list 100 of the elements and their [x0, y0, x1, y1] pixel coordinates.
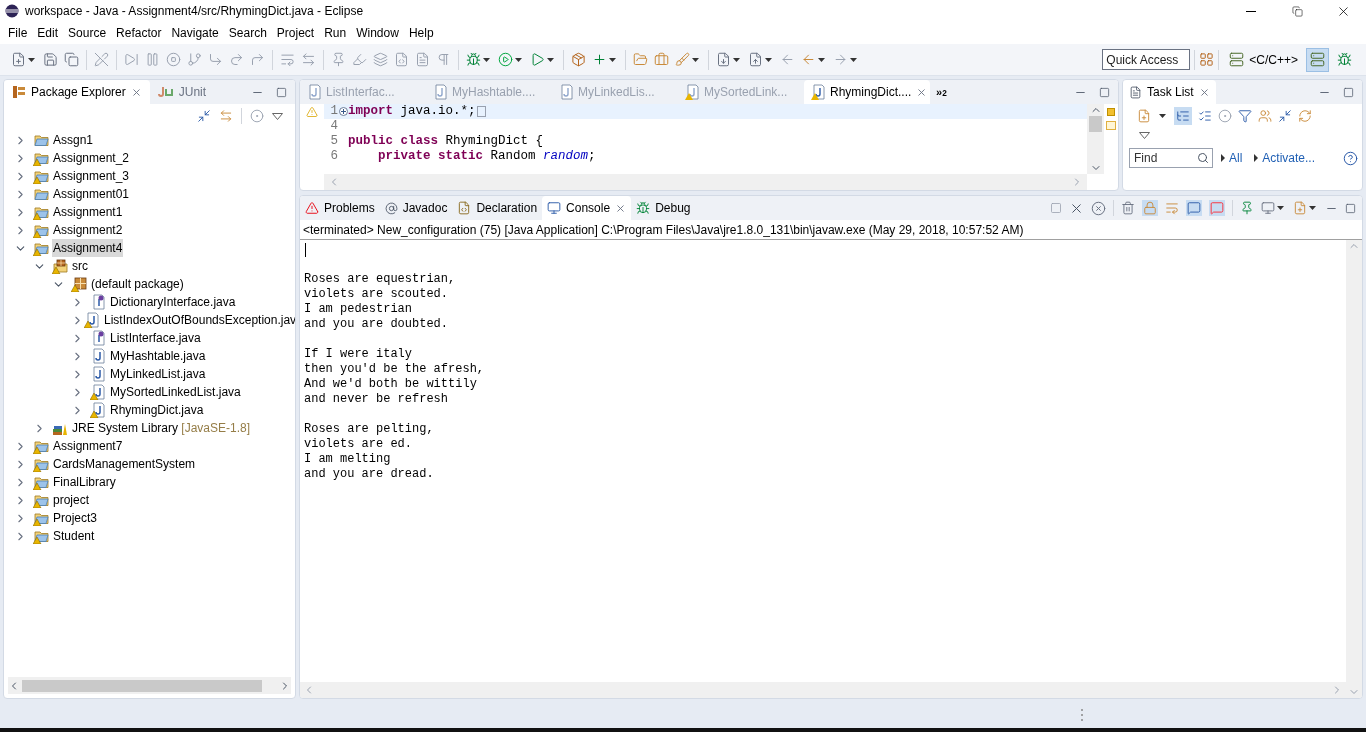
filter-icon[interactable] — [250, 109, 264, 123]
menu-item[interactable]: Project — [271, 24, 320, 42]
menu-item[interactable]: Navigate — [166, 24, 224, 42]
save-all-icon[interactable] — [64, 52, 79, 67]
help-icon[interactable] — [1343, 150, 1358, 166]
dropdown-caret-icon[interactable] — [818, 57, 825, 62]
quick-access-field[interactable]: Quick Access — [1102, 49, 1191, 70]
view-tab[interactable]: JUnit — [149, 80, 215, 104]
skip-breakpoints-icon[interactable] — [94, 52, 109, 67]
tree-item[interactable]: ListInterface.java — [109, 329, 202, 347]
tree-item[interactable]: MyLinkedList.java — [109, 365, 207, 383]
view-tab[interactable]: Javadoc — [379, 196, 453, 220]
step-into-icon[interactable] — [208, 52, 223, 67]
menu-item[interactable]: Edit — [32, 24, 64, 42]
pin-console-icon[interactable] — [1240, 201, 1254, 215]
link-with-editor-icon[interactable] — [219, 109, 233, 123]
tree-item[interactable]: DictionaryInterface.java — [109, 293, 237, 311]
tree-item[interactable]: MySortedLinkedList.java — [109, 383, 242, 401]
dropdown-caret-icon[interactable] — [483, 57, 490, 62]
close-icon[interactable] — [916, 86, 928, 98]
open-task-icon[interactable] — [654, 52, 669, 67]
tree-item[interactable]: Assignment2 — [52, 221, 124, 239]
menu-item[interactable]: Help — [403, 24, 439, 42]
view-tab[interactable]: Package Explorer — [4, 80, 150, 104]
open-type-icon[interactable] — [633, 52, 648, 67]
layers-icon[interactable] — [373, 52, 388, 67]
maximize-icon[interactable] — [1099, 86, 1110, 98]
terminate-icon[interactable] — [1050, 202, 1062, 214]
tree-item[interactable]: src — [71, 257, 89, 275]
document-icon[interactable] — [415, 52, 430, 67]
pilcrow-icon[interactable] — [436, 52, 451, 67]
tree-item[interactable]: JRE System Library [JavaSE-1.8] — [71, 419, 252, 437]
tree-item[interactable]: Assignment_3 — [52, 167, 131, 185]
maximize-icon[interactable] — [1343, 86, 1354, 98]
tree-item[interactable]: project — [52, 491, 91, 509]
horizontal-scrollbar[interactable] — [8, 677, 291, 694]
scroll-lock-icon[interactable] — [1143, 201, 1157, 215]
close-icon[interactable] — [130, 86, 142, 98]
view-menu-icon[interactable] — [272, 112, 283, 120]
task-link[interactable]: Activate... — [1262, 149, 1316, 167]
scroll-thumb[interactable] — [1089, 116, 1102, 132]
tree-item[interactable]: Assignment_2 — [52, 149, 131, 167]
editor-tab[interactable]: RhymingDict.... — [804, 80, 930, 104]
menu-item[interactable]: Run — [319, 24, 352, 42]
new-class-icon[interactable] — [592, 52, 607, 67]
more-tabs-indicator[interactable]: »$_{2}$ — [930, 80, 953, 104]
sync-icon[interactable] — [1298, 109, 1312, 123]
debug-icon[interactable] — [466, 52, 481, 67]
dropdown-caret-icon[interactable] — [515, 57, 522, 62]
use-step-filters-icon[interactable] — [280, 52, 295, 67]
search-icon[interactable] — [1197, 152, 1209, 164]
tree-item[interactable]: Student — [52, 527, 96, 545]
clear-console-icon[interactable] — [1121, 201, 1135, 215]
overview-warning-marker[interactable] — [1107, 108, 1115, 116]
drag-handle-icon[interactable] — [1080, 708, 1084, 722]
toggle-icon[interactable] — [301, 52, 316, 67]
dropdown-caret-icon[interactable] — [850, 57, 857, 62]
code-file-icon[interactable] — [394, 52, 409, 67]
next-annotation-icon[interactable] — [716, 52, 731, 67]
new-file-icon[interactable] — [11, 52, 26, 67]
view-tab[interactable]: Task List — [1123, 80, 1216, 104]
tree-item[interactable]: MyHashtable.java — [109, 347, 207, 365]
tree-item[interactable]: CardsManagementSystem — [52, 455, 197, 473]
find-field[interactable]: Find — [1129, 148, 1213, 168]
view-tab[interactable]: Debug — [631, 196, 696, 220]
dropdown-caret-icon[interactable] — [28, 57, 35, 62]
tree-item[interactable]: RhymingDict.java — [109, 401, 205, 419]
highlighter-icon[interactable] — [352, 52, 367, 67]
tree-item[interactable]: Assignment7 — [52, 437, 124, 455]
view-menu-icon[interactable] — [1139, 131, 1150, 139]
dropdown-caret-icon[interactable] — [1309, 206, 1316, 210]
menu-item[interactable]: Search — [223, 24, 272, 42]
tree-item[interactable]: Project3 — [52, 509, 99, 527]
step-return-icon[interactable] — [250, 52, 265, 67]
vertical-scrollbar[interactable] — [1346, 240, 1362, 698]
expand-fold-icon[interactable] — [338, 107, 348, 116]
tree-item[interactable]: FinalLibrary — [52, 473, 117, 491]
dropdown-caret-icon[interactable] — [609, 57, 616, 62]
horizontal-scrollbar[interactable] — [300, 682, 1346, 698]
pause-icon[interactable] — [145, 52, 160, 67]
view-tab[interactable]: Problems — [300, 196, 380, 220]
close-icon[interactable] — [1198, 86, 1210, 98]
maximize-icon[interactable] — [276, 86, 287, 98]
menu-item[interactable]: Source — [63, 24, 112, 42]
tree-item[interactable]: Assignment01 — [52, 185, 131, 203]
view-tab[interactable]: Declaration — [452, 196, 543, 220]
new-package-icon[interactable] — [571, 52, 586, 67]
tree-item[interactable]: (default package) — [90, 275, 185, 293]
show-on-output-icon[interactable] — [1187, 201, 1201, 215]
save-icon[interactable] — [43, 52, 58, 67]
last-edit-icon[interactable] — [780, 52, 795, 67]
overview-task-marker[interactable] — [1106, 121, 1116, 130]
view-tab[interactable]: Console — [542, 196, 632, 220]
perspective-button[interactable] — [1306, 47, 1329, 72]
tree-item[interactable]: Assignment1 — [52, 203, 124, 221]
previous-annotation-icon[interactable] — [748, 52, 763, 67]
menu-item[interactable]: Window — [351, 24, 404, 42]
resume-icon[interactable] — [124, 52, 139, 67]
categorized-icon[interactable] — [1176, 109, 1190, 123]
menu-item[interactable]: File — [3, 24, 33, 42]
